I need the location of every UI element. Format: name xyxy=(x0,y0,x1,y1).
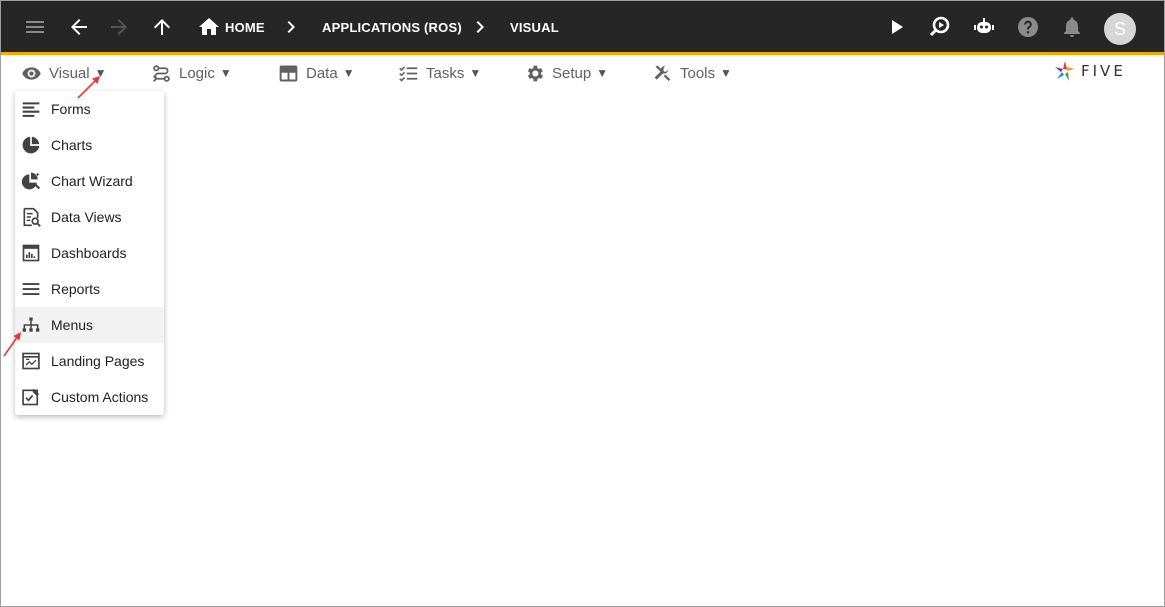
chevron-right-icon xyxy=(468,14,494,40)
menu-tasks-label: Tasks xyxy=(426,64,465,82)
dashboard-icon xyxy=(22,244,40,262)
menu-tasks[interactable]: Tasks ▼ xyxy=(398,62,481,84)
dropdown-item-custom-actions[interactable]: Custom Actions xyxy=(15,379,164,415)
notifications-bell-icon[interactable] xyxy=(1059,14,1085,40)
search-chat-icon[interactable] xyxy=(927,14,953,40)
menu-tools[interactable]: Tools ▼ xyxy=(652,62,732,84)
caret-down-icon: ▼ xyxy=(219,66,232,80)
dropdown-item-label: Custom Actions xyxy=(51,389,149,405)
menu-logic-label: Logic xyxy=(179,64,215,82)
top-app-bar: HOME APPLICATIONS (ROS) VISUAL S xyxy=(1,1,1164,55)
menu-setup[interactable]: Setup ▼ xyxy=(524,62,608,84)
dropdown-item-label: Forms xyxy=(51,101,91,117)
chevron-right-icon xyxy=(279,14,305,40)
application-window: HOME APPLICATIONS (ROS) VISUAL S Visual xyxy=(0,0,1165,607)
play-icon[interactable] xyxy=(884,14,910,40)
pie-chart-icon xyxy=(22,136,40,154)
annotation-arrow-icon xyxy=(77,76,100,99)
main-menu-bar: Visual ▼ Logic ▼ Data ▼ Tasks ▼ Setup ▼ … xyxy=(1,56,1164,90)
reports-icon xyxy=(22,283,40,295)
tools-icon xyxy=(654,65,671,81)
dropdown-item-dashboards[interactable]: Dashboards xyxy=(15,235,164,271)
visual-dropdown-menu: Forms Charts Chart Wizard Data Views Das… xyxy=(15,91,164,415)
checklist-icon xyxy=(399,65,418,82)
five-logo-mark-icon xyxy=(1055,61,1075,81)
data-views-icon xyxy=(23,207,41,227)
eye-icon xyxy=(22,66,41,80)
dropdown-item-chart-wizard[interactable]: Chart Wizard xyxy=(15,163,164,199)
dropdown-item-data-views[interactable]: Data Views xyxy=(15,199,164,235)
dropdown-item-reports[interactable]: Reports xyxy=(15,271,164,307)
table-icon xyxy=(279,65,298,81)
caret-down-icon: ▼ xyxy=(720,66,732,80)
five-logo: FIVE xyxy=(1053,58,1126,84)
custom-actions-icon xyxy=(22,388,40,406)
dropdown-item-label: Data Views xyxy=(51,209,122,225)
assistant-robot-icon[interactable] xyxy=(971,14,997,40)
dropdown-item-label: Chart Wizard xyxy=(51,173,133,189)
dropdown-item-label: Dashboards xyxy=(51,245,127,261)
dropdown-item-label: Menus xyxy=(51,317,94,333)
back-arrow-icon[interactable] xyxy=(66,14,92,40)
user-avatar[interactable]: S xyxy=(1104,13,1136,45)
breadcrumb-home[interactable]: HOME xyxy=(225,20,265,35)
menu-data-label: Data xyxy=(306,64,338,82)
gear-icon xyxy=(527,65,543,81)
help-icon[interactable] xyxy=(1015,14,1041,40)
breadcrumb-applications[interactable]: APPLICATIONS (ROS) xyxy=(322,20,462,35)
annotation-arrow-icon xyxy=(3,332,21,357)
dropdown-item-label: Landing Pages xyxy=(51,353,145,369)
menu-data[interactable]: Data ▼ xyxy=(278,62,355,84)
forward-arrow-icon[interactable] xyxy=(106,14,132,40)
breadcrumb-visual[interactable]: VISUAL xyxy=(510,20,559,35)
caret-down-icon: ▼ xyxy=(342,66,355,80)
dropdown-item-landing-pages[interactable]: Landing Pages xyxy=(15,343,164,379)
up-arrow-icon[interactable] xyxy=(149,14,175,40)
caret-down-icon: ▼ xyxy=(469,66,482,80)
logic-icon xyxy=(153,64,170,82)
menu-tools-label: Tools xyxy=(680,64,716,82)
logo-text: FIVE xyxy=(1081,62,1126,80)
forms-icon xyxy=(22,102,40,117)
menu-logic[interactable]: Logic ▼ xyxy=(151,62,232,84)
dropdown-item-label: Reports xyxy=(51,281,101,297)
dropdown-item-charts[interactable]: Charts xyxy=(15,127,164,163)
dropdown-item-menus[interactable]: Menus xyxy=(15,307,164,343)
avatar-initial: S xyxy=(1113,18,1126,39)
hamburger-menu-icon[interactable] xyxy=(22,14,48,40)
menu-setup-label: Setup xyxy=(552,64,592,82)
chart-wizard-icon xyxy=(21,172,41,190)
home-icon[interactable] xyxy=(196,14,222,40)
caret-down-icon: ▼ xyxy=(596,66,609,80)
dropdown-item-label: Charts xyxy=(51,137,93,153)
